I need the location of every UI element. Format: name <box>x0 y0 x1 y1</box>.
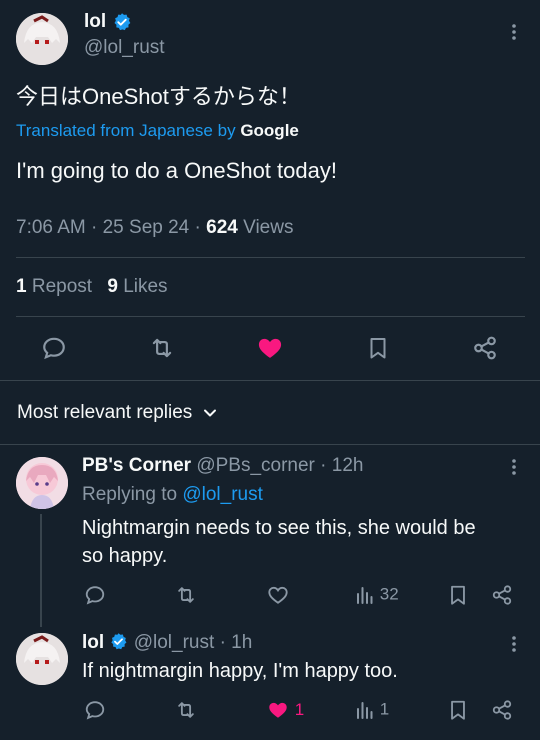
meta-separator: · <box>194 217 201 238</box>
author-avatar[interactable] <box>16 13 68 65</box>
reply-text: Nightmargin needs to see this, she would… <box>82 514 476 570</box>
verified-badge-icon <box>109 632 128 651</box>
verified-badge-icon <box>112 12 132 32</box>
bookmark-icon[interactable] <box>447 699 469 721</box>
more-icon[interactable] <box>506 22 522 42</box>
meta-separator: · <box>320 455 327 476</box>
reply-text-line: so happy. <box>82 545 168 567</box>
reposts-count: 1 <box>16 276 27 297</box>
views-stat[interactable]: 1 <box>355 699 389 720</box>
repost-icon[interactable] <box>174 584 198 606</box>
meta-separator: · <box>219 632 226 653</box>
author-handle[interactable]: @lol_rust <box>84 37 165 59</box>
views-stat[interactable]: 32 <box>355 584 399 605</box>
views-count: 32 <box>379 584 399 604</box>
like-stat[interactable]: 1 <box>266 699 304 721</box>
like-icon[interactable] <box>256 334 284 362</box>
share-icon[interactable] <box>472 335 498 361</box>
bookmark-icon[interactable] <box>366 335 390 361</box>
divider <box>16 257 525 258</box>
thread-line <box>40 514 42 627</box>
likes-label: Likes <box>123 276 168 297</box>
translated-by-label: by <box>217 121 236 140</box>
reply-header: PB's Corner @PBs_corner · 12h <box>82 455 363 477</box>
reply-avatar[interactable] <box>16 633 68 685</box>
share-icon[interactable] <box>491 584 513 606</box>
replies-sort-dropdown[interactable]: Most relevant replies <box>17 402 218 424</box>
reply-icon[interactable] <box>41 335 67 361</box>
tweet-meta: 7:06 AM · 25 Sep 24 · 624 Views <box>16 217 293 239</box>
share-icon[interactable] <box>491 699 513 721</box>
chevron-down-icon <box>202 405 218 421</box>
views-icon <box>355 700 375 720</box>
reply-text-line: Nightmargin needs to see this, she would… <box>82 517 476 539</box>
more-icon[interactable] <box>506 634 522 654</box>
reply-header: lol @lol_rust · 1h <box>82 632 252 654</box>
reply-author-handle[interactable]: @PBs_corner <box>196 455 315 476</box>
views-label: Views <box>243 217 294 238</box>
divider <box>0 444 540 445</box>
translated-text: I'm going to do a OneShot today! <box>16 158 337 183</box>
replying-to-handle[interactable]: @lol_rust <box>182 484 263 505</box>
likes-count: 9 <box>107 276 118 297</box>
divider <box>16 316 525 317</box>
views-count: 624 <box>206 217 238 238</box>
replying-to-label: Replying to <box>82 484 178 505</box>
reposts-label: Repost <box>31 276 93 297</box>
author-name[interactable]: lol <box>84 11 106 33</box>
reply-author-name[interactable]: PB's Corner <box>82 455 191 476</box>
bookmark-icon[interactable] <box>447 584 469 606</box>
reposts-stat[interactable]: 1 Repost <box>16 276 92 297</box>
reply-author-name[interactable]: lol <box>82 632 104 653</box>
reply-icon[interactable] <box>84 584 106 606</box>
reply-avatar[interactable] <box>16 457 68 509</box>
tweet-date[interactable]: 25 Sep 24 <box>103 217 190 238</box>
reply-text: If nightmargin happy, I'm happy too. <box>82 660 398 682</box>
repost-icon[interactable] <box>174 699 198 721</box>
google-logo: Google <box>240 121 299 140</box>
translation-attribution[interactable]: Translated from Japanese by Google <box>16 121 299 141</box>
reply-time[interactable]: 12h <box>332 455 364 476</box>
views-count: 1 <box>379 699 390 719</box>
divider <box>0 380 540 381</box>
tweet-text: 今日はOneShotするからな！ <box>16 84 301 109</box>
more-icon[interactable] <box>506 457 522 477</box>
translated-label[interactable]: Translated from Japanese <box>16 121 213 140</box>
likes-count: 1 <box>294 700 305 719</box>
replying-to: Replying to @lol_rust <box>82 484 263 506</box>
reply-time[interactable]: 1h <box>231 632 252 653</box>
engagement-stats: 1 Repost 9 Likes <box>16 276 168 298</box>
likes-stat[interactable]: 9 Likes <box>107 276 167 297</box>
like-icon <box>266 699 290 721</box>
like-icon[interactable] <box>266 584 290 606</box>
meta-separator: · <box>91 217 98 238</box>
replies-sort-label: Most relevant replies <box>17 402 193 423</box>
views-icon <box>355 585 375 605</box>
tweet-time[interactable]: 7:06 AM <box>16 217 86 238</box>
repost-icon[interactable] <box>148 335 176 361</box>
reply-author-handle[interactable]: @lol_rust <box>134 632 215 653</box>
reply-icon[interactable] <box>84 699 106 721</box>
